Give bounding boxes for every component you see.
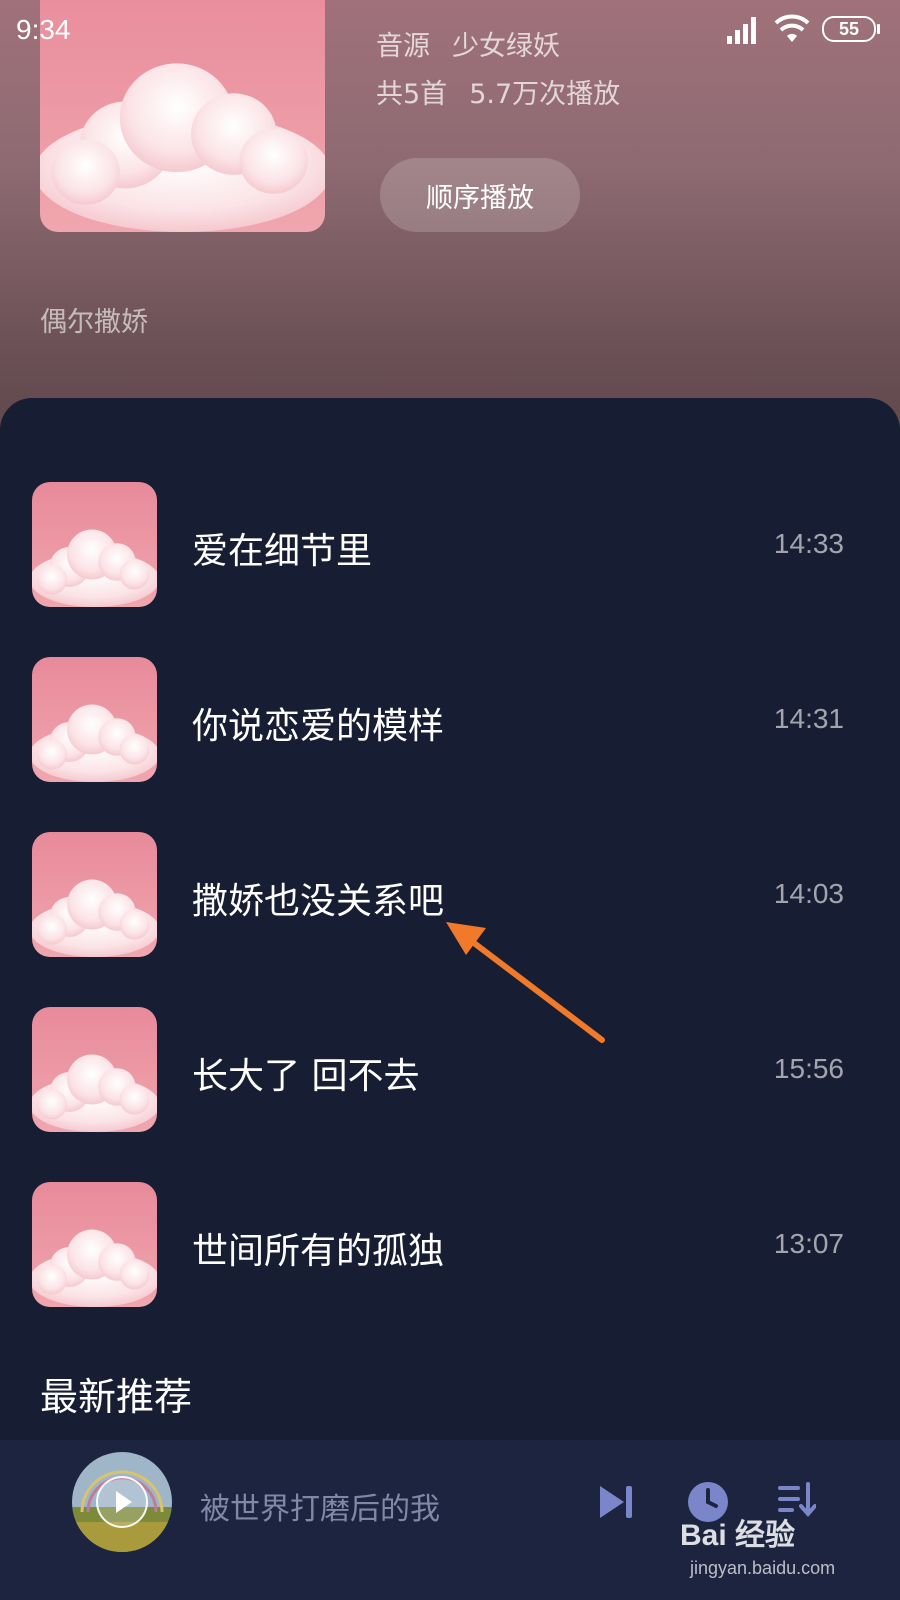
song-item[interactable]: 爱在细节里 14:33 xyxy=(0,482,900,607)
song-title: 世间所有的孤独 xyxy=(192,1231,445,1272)
watermark-brand: Bai 经验 xyxy=(680,1519,796,1552)
track-count: 共5首 xyxy=(376,79,448,110)
source-label: 音源 xyxy=(376,31,430,62)
play-order-button[interactable]: 顺序播放 xyxy=(380,158,580,232)
song-title: 撒娇也没关系吧 xyxy=(192,881,445,922)
song-duration: 14:33 xyxy=(773,528,844,559)
song-item[interactable]: 世间所有的孤独 13:07 xyxy=(0,1182,900,1307)
watermark-url: jingyan.baidu.com xyxy=(690,1558,836,1578)
play-count: 5.7万次播放 xyxy=(469,79,621,110)
source-name[interactable]: 少女绿妖 xyxy=(452,31,560,62)
song-item[interactable]: 撒娇也没关系吧 14:03 xyxy=(0,832,900,957)
song-duration: 14:31 xyxy=(773,703,844,734)
playlist-source: 音源 少女绿妖 xyxy=(376,24,560,63)
song-item[interactable]: 长大了 回不去 15:56 xyxy=(0,1007,900,1132)
now-playing-title[interactable]: 被世界打磨后的我 xyxy=(200,1484,440,1528)
song-item[interactable]: 你说恋爱的模样 14:31 xyxy=(0,657,900,782)
song-thumbnail xyxy=(32,832,157,957)
signal-icon xyxy=(727,17,756,44)
song-duration: 13:07 xyxy=(773,1228,844,1259)
song-title: 你说恋爱的模样 xyxy=(192,706,445,747)
next-icon[interactable] xyxy=(596,1484,636,1520)
song-duration: 14:03 xyxy=(773,878,844,909)
song-title: 长大了 回不去 xyxy=(192,1056,420,1097)
song-thumbnail xyxy=(32,482,157,607)
wifi-icon xyxy=(774,14,810,42)
playlist-description: 偶尔撒娇 xyxy=(40,307,148,338)
playlist-stats: 共5首 5.7万次播放 xyxy=(376,72,620,111)
status-time: 9:34 xyxy=(16,14,71,45)
song-title: 爱在细节里 xyxy=(192,531,373,572)
song-duration: 15:56 xyxy=(773,1053,844,1084)
song-thumbnail xyxy=(32,1007,157,1132)
song-list: 爱在细节里 14:33 你说恋爱的模样 14:31 撒娇也没关系吧 14:03 … xyxy=(0,482,900,1357)
song-thumbnail xyxy=(32,1182,157,1307)
baidu-jingyan-watermark: Bai 经验 jingyan.baidu.com xyxy=(680,1510,890,1600)
song-thumbnail xyxy=(32,657,157,782)
section-title-recommend: 最新推荐 xyxy=(40,1375,193,1419)
battery-icon: 55 xyxy=(822,16,880,42)
play-icon[interactable] xyxy=(96,1476,148,1528)
